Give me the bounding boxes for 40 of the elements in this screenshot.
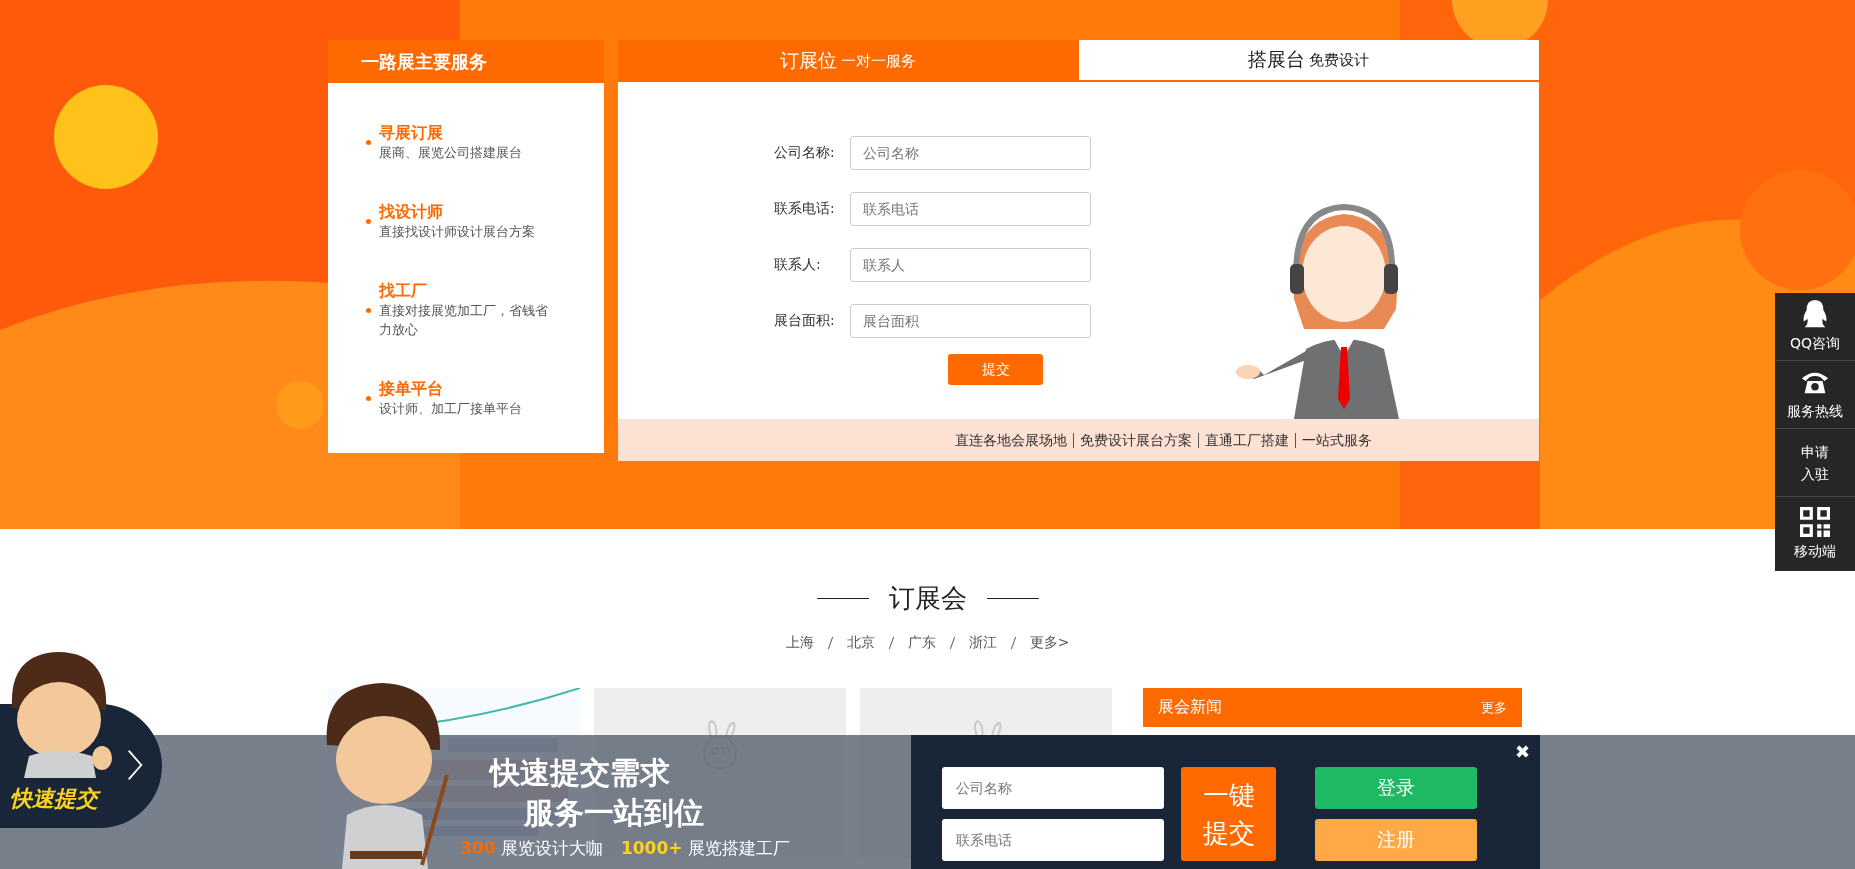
side-menu-item[interactable]: 服务热线 bbox=[1775, 361, 1855, 429]
service-description: 直接找设计师设计展台方案 bbox=[379, 223, 536, 241]
service-description: 设计师、加工厂接单平台 bbox=[379, 400, 523, 418]
chevron-right-icon bbox=[126, 748, 144, 782]
news-title: 展会新闻 bbox=[1158, 697, 1222, 718]
bullet-icon bbox=[366, 396, 371, 401]
city-link[interactable]: 广东 bbox=[907, 634, 936, 652]
bullet-icon bbox=[366, 219, 371, 224]
side-menu-item[interactable]: QQ咨询 bbox=[1775, 293, 1855, 361]
feature-text: 一站式服务 bbox=[1295, 432, 1378, 448]
bullet-icon bbox=[366, 140, 371, 145]
city-link[interactable]: 北京 bbox=[846, 634, 875, 652]
feature-text: 直通工厂搭建 bbox=[1198, 432, 1295, 448]
stat-text: 300 展览设计大咖 bbox=[460, 837, 603, 860]
input-field[interactable]: 联系电话 bbox=[942, 819, 1164, 861]
field-label: 公司名称: bbox=[774, 144, 836, 162]
input-field[interactable]: 公司名称 bbox=[850, 136, 1091, 170]
stat-text: 1000+ 展览搭建工厂 bbox=[620, 837, 790, 860]
input-field[interactable]: 联系人 bbox=[850, 248, 1091, 282]
promo-headline: 快速提交需求 服务一站到位 bbox=[490, 754, 705, 832]
close-button[interactable]: ✖ bbox=[1515, 741, 1530, 763]
city-link[interactable]: 更多> bbox=[1029, 634, 1070, 652]
side-menu-item[interactable]: 申请 入驻 bbox=[1775, 429, 1855, 497]
feature-text: 直连各地会展场地 bbox=[954, 432, 1068, 448]
city-link[interactable]: 浙江 bbox=[968, 634, 997, 652]
input-field[interactable]: 展台面积 bbox=[850, 304, 1091, 338]
field-label: 联系人: bbox=[774, 256, 822, 274]
service-description: 直接对接展览加工厂，省钱省力放心 bbox=[379, 302, 549, 339]
side-menu-item[interactable]: 移动端 bbox=[1775, 497, 1855, 571]
city-link[interactable]: 上海 bbox=[785, 634, 814, 652]
feature-text: 免费设计展台方案 bbox=[1073, 432, 1198, 448]
field-label: 联系电话: bbox=[774, 200, 836, 218]
section-title: 订展会 bbox=[888, 582, 967, 615]
input-field[interactable]: 联系电话 bbox=[850, 192, 1091, 226]
service-description: 展商、展览公司搭建展台 bbox=[379, 144, 523, 162]
bullet-icon bbox=[366, 307, 371, 313]
input-field[interactable]: 公司名称 bbox=[942, 767, 1164, 809]
field-label: 展台面积: bbox=[774, 312, 836, 330]
panel-title: 一路展主要服务 bbox=[361, 49, 487, 74]
qr-code-icon bbox=[1800, 506, 1830, 537]
